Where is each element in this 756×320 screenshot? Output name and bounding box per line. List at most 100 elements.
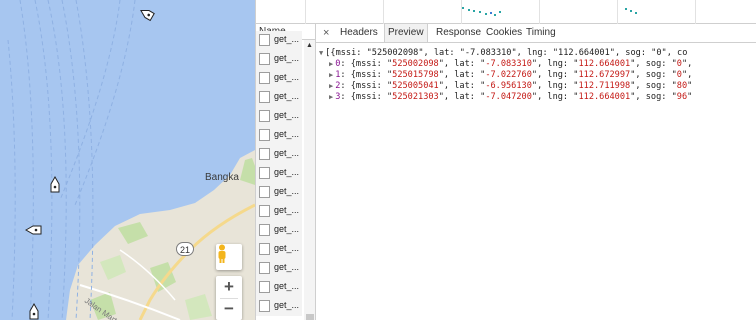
json-root-row[interactable]: ▼ [{mssi: "525002098", lat: "-7.083310", … bbox=[319, 48, 687, 59]
json-item-row[interactable]: ▶ 0: {mssi: "525002098", lat: "-7.083310"… bbox=[329, 59, 692, 70]
mssi-value: 525015798 bbox=[392, 70, 439, 80]
request-list[interactable]: Name get_...get_...get_...get_...get_...… bbox=[255, 24, 316, 320]
request-name: get_... bbox=[274, 262, 300, 272]
tab-headers[interactable]: Headers bbox=[340, 24, 378, 42]
request-row[interactable]: get_... bbox=[256, 164, 302, 183]
overview-gridline bbox=[383, 0, 384, 24]
json-punct: ", lng: " bbox=[531, 70, 579, 80]
collapsed-triangle-icon[interactable]: ▶ bbox=[329, 93, 333, 101]
file-icon bbox=[259, 167, 270, 179]
scroll-up-arrow-icon[interactable]: ▲ bbox=[306, 42, 313, 49]
file-icon bbox=[259, 129, 270, 141]
overview-gridline bbox=[461, 0, 462, 24]
overview-mark bbox=[473, 10, 475, 12]
lng-value: 112.711998 bbox=[578, 81, 631, 91]
request-name: get_... bbox=[274, 72, 300, 82]
mssi-value: 525005041 bbox=[392, 81, 439, 91]
json-punct: " bbox=[687, 81, 693, 91]
boat-icon[interactable] bbox=[29, 302, 39, 320]
mssi-value: 525021303 bbox=[392, 92, 439, 102]
collapsed-triangle-icon[interactable]: ▶ bbox=[329, 82, 333, 90]
json-punct: : {mssi: " bbox=[340, 59, 393, 69]
boat-icon[interactable] bbox=[50, 175, 60, 193]
file-icon bbox=[259, 224, 270, 236]
collapsed-triangle-icon[interactable]: ▶ bbox=[329, 60, 333, 68]
request-row[interactable]: get_... bbox=[256, 88, 302, 107]
lat-value: -7.047200 bbox=[485, 92, 532, 102]
request-name: get_... bbox=[274, 91, 300, 101]
json-punct: ", lat: " bbox=[438, 81, 486, 91]
json-punct: ", bbox=[681, 70, 693, 80]
overview-gridline bbox=[617, 0, 618, 24]
request-name: get_... bbox=[274, 186, 300, 196]
sog-value: 80 bbox=[676, 81, 688, 91]
zoom-out-button[interactable]: − bbox=[216, 298, 242, 320]
request-row[interactable]: get_... bbox=[256, 183, 302, 202]
street-view-button[interactable] bbox=[216, 244, 242, 270]
boat-icon[interactable] bbox=[24, 225, 42, 235]
request-row[interactable]: get_... bbox=[256, 278, 302, 297]
request-list-scrollbar[interactable]: ▲ bbox=[304, 40, 315, 320]
tab-timing[interactable]: Timing bbox=[526, 24, 556, 42]
scroll-thumb[interactable] bbox=[306, 314, 314, 320]
zoom-divider bbox=[220, 298, 238, 299]
request-row[interactable]: get_... bbox=[256, 202, 302, 221]
request-row[interactable]: get_... bbox=[256, 259, 302, 278]
mssi-value: 525002098 bbox=[392, 59, 439, 69]
lng-value: 112.664001 bbox=[578, 59, 631, 69]
lng-value: 112.672997 bbox=[578, 70, 631, 80]
request-row[interactable]: get_... bbox=[256, 50, 302, 69]
overview-mark bbox=[630, 10, 632, 12]
json-punct: : {mssi: " bbox=[340, 81, 393, 91]
tab-cookies[interactable]: Cookies bbox=[486, 24, 522, 42]
json-punct: ", lat: " bbox=[438, 70, 486, 80]
overview-gridline bbox=[695, 0, 696, 24]
overview-mark bbox=[485, 13, 487, 15]
file-icon bbox=[259, 91, 270, 103]
overview-mark bbox=[468, 9, 470, 11]
collapsed-triangle-icon[interactable]: ▶ bbox=[329, 71, 333, 79]
road-number-badge: 21 bbox=[176, 242, 194, 256]
zoom-in-button[interactable]: + bbox=[216, 276, 242, 298]
request-name: get_... bbox=[274, 129, 300, 139]
file-icon bbox=[259, 205, 270, 217]
request-row[interactable]: get_... bbox=[256, 240, 302, 259]
sog-value: 96 bbox=[676, 92, 688, 102]
request-row[interactable]: get_... bbox=[256, 221, 302, 240]
json-punct: : {mssi: " bbox=[340, 92, 393, 102]
expand-triangle-icon[interactable]: ▼ bbox=[319, 49, 323, 57]
json-item-row[interactable]: ▶ 1: {mssi: "525015798", lat: "-7.022760"… bbox=[329, 70, 692, 81]
lng-value: 112.664001 bbox=[578, 92, 631, 102]
request-row[interactable]: get_... bbox=[256, 145, 302, 164]
tab-response[interactable]: Response bbox=[436, 24, 481, 42]
boat-icon[interactable] bbox=[139, 7, 155, 22]
json-punct: ", lat: " bbox=[438, 92, 486, 102]
json-punct: ", lat: " bbox=[438, 59, 486, 69]
tab-preview[interactable]: Preview bbox=[384, 24, 428, 42]
map-view[interactable]: Bangka 21 Jalan Martu... + − bbox=[0, 0, 255, 320]
overview-mark bbox=[494, 14, 496, 16]
overview-mark bbox=[499, 11, 501, 13]
json-punct: ", sog: " bbox=[630, 81, 677, 91]
json-preview[interactable]: ▼ [{mssi: "525002098", lat: "-7.083310", … bbox=[316, 44, 756, 320]
request-name: get_... bbox=[274, 300, 300, 310]
overview-mark bbox=[490, 12, 492, 14]
request-name: get_... bbox=[274, 224, 300, 234]
json-item-row[interactable]: ▶ 3: {mssi: "525021303", lat: "-7.047200"… bbox=[329, 92, 692, 103]
request-row[interactable]: get_... bbox=[256, 69, 302, 88]
overview-gridline bbox=[305, 0, 306, 24]
file-icon bbox=[259, 148, 270, 160]
request-name: get_... bbox=[274, 167, 300, 177]
request-row[interactable]: get_... bbox=[256, 107, 302, 126]
request-row[interactable]: get_... bbox=[256, 126, 302, 145]
lat-value: -7.083310 bbox=[485, 59, 532, 69]
request-row[interactable]: get_... bbox=[256, 297, 302, 316]
json-punct: ", sog: " bbox=[630, 92, 677, 102]
close-icon[interactable]: × bbox=[323, 24, 329, 42]
json-punct: ", sog: " bbox=[630, 70, 677, 80]
network-overview[interactable] bbox=[255, 0, 756, 24]
json-item-row[interactable]: ▶ 2: {mssi: "525005041", lat: "-6.956130"… bbox=[329, 81, 692, 92]
overview-mark bbox=[462, 7, 464, 9]
request-row[interactable]: get_... bbox=[256, 31, 302, 50]
json-punct: ", sog: " bbox=[630, 59, 677, 69]
